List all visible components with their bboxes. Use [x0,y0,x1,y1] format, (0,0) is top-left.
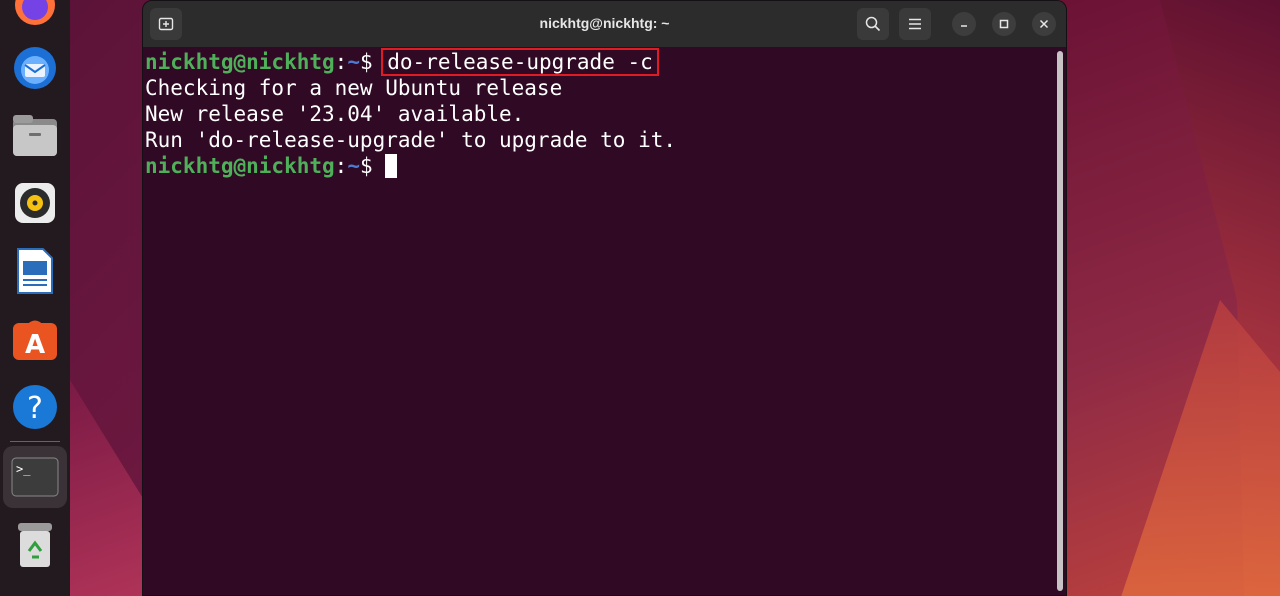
minimize-icon [961,25,967,27]
terminal-line-output: New release '23.04' available. [145,102,525,126]
libreoffice-writer-icon[interactable] [10,246,60,296]
app-center-glyph: A [25,330,45,360]
prompt-dollar: $ [359,154,386,178]
hamburger-icon [909,18,921,30]
files-icon[interactable] [10,110,60,160]
prompt-separator: : [334,50,348,74]
dock-separator [10,441,60,442]
terminal-glyph: >_ [16,462,31,476]
terminal-line-output: Run 'do-release-upgrade' to upgrade to i… [145,128,677,152]
prompt-user-host: nickhtg@nickhtg [145,50,335,74]
prompt-dollar: $ [359,50,386,74]
text-cursor [385,154,398,178]
minimize-button[interactable] [952,12,976,36]
close-icon [1039,19,1049,29]
terminal-line-output: Checking for a new Ubuntu release [145,76,563,100]
help-icon[interactable]: ? [10,382,60,432]
rhythmbox-icon[interactable] [10,178,60,228]
app-center-icon[interactable]: A [10,314,60,364]
prompt-user-host: nickhtg@nickhtg [145,154,335,178]
highlighted-command: do-release-upgrade -c [381,48,659,76]
prompt-path: ~ [347,154,360,178]
scrollbar[interactable] [1057,51,1063,591]
prompt-separator: : [334,154,348,178]
maximize-icon [999,19,1009,29]
maximize-button[interactable] [992,12,1016,36]
firefox-icon[interactable] [10,0,60,30]
help-glyph: ? [27,391,43,426]
close-button[interactable] [1032,12,1056,36]
search-icon [865,16,881,32]
terminal-line-prompt: nickhtg@nickhtg:~$ [145,153,676,179]
wallpaper-facet [70,380,150,596]
terminal-line-prompt: nickhtg@nickhtg:~$ do-release-upgrade -c [145,48,676,76]
trash-icon[interactable] [10,520,60,570]
terminal-window: nickhtg@nickhtg: ~ nickhtg@nickhtg:~$ do… [142,0,1067,596]
terminal-icon[interactable]: >_ [3,446,67,508]
dock: A ? >_ [0,0,70,596]
search-button[interactable] [857,8,889,40]
title-bar[interactable]: nickhtg@nickhtg: ~ [143,1,1066,47]
prompt-path: ~ [347,50,360,74]
menu-button[interactable] [899,8,931,40]
thunderbird-icon[interactable] [10,42,60,92]
terminal-output[interactable]: nickhtg@nickhtg:~$ do-release-upgrade -c… [145,48,677,179]
